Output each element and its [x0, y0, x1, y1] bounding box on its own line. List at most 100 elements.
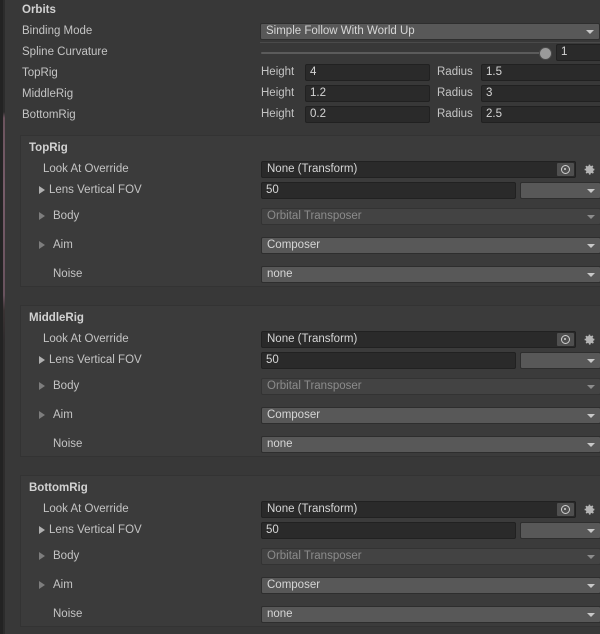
noise-dropdown[interactable]: none	[261, 266, 600, 283]
noise-value: none	[267, 268, 293, 280]
foldout-triangle-icon[interactable]	[39, 526, 45, 534]
noise-label: Noise	[53, 264, 82, 285]
aim-row: Aim Composer	[21, 405, 600, 426]
lens-vertical-fov-value: 50	[266, 524, 279, 536]
body-row: Body Orbital Transposer	[21, 546, 600, 567]
aim-value: Composer	[267, 409, 320, 421]
body-dropdown[interactable]: Orbital Transposer	[261, 208, 600, 225]
toprig-radius-value: 1.5	[486, 66, 502, 78]
noise-dropdown[interactable]: none	[261, 606, 600, 623]
orbits-title: Orbits	[22, 0, 56, 21]
target-select-icon[interactable]	[557, 333, 574, 346]
middlerig-height-input[interactable]: 1.2	[305, 85, 430, 102]
rig-group-bottomrig: BottomRig Look At Override None (Transform…	[20, 475, 600, 627]
look-at-override-value: None (Transform)	[267, 503, 357, 515]
look-at-override-row: Look At Override None (Transform)	[21, 499, 600, 520]
noise-label: Noise	[53, 434, 82, 455]
noise-row: Noise none	[21, 604, 600, 625]
middlerig-radius-value: 3	[486, 87, 492, 99]
lens-vertical-fov-label: Lens Vertical FOV	[49, 520, 142, 541]
look-at-override-label: Look At Override	[43, 499, 129, 520]
rig-group-toprig: TopRigLook At OverrideNone (Transform)Le…	[20, 135, 600, 287]
aim-dropdown[interactable]: Composer	[261, 577, 600, 594]
foldout-triangle-icon[interactable]	[39, 382, 45, 390]
orbit-bottomrig-label: BottomRig	[22, 105, 76, 126]
lens-vertical-fov-input[interactable]: 50	[261, 522, 516, 539]
toprig-radius-input[interactable]: 1.5	[481, 64, 600, 81]
middlerig-height-value: 1.2	[310, 87, 326, 99]
chevron-down-icon	[587, 215, 595, 219]
toprig-height-label: Height	[261, 64, 294, 81]
foldout-triangle-icon[interactable]	[39, 411, 45, 419]
noise-label: Noise	[53, 604, 82, 625]
chevron-down-icon	[586, 30, 594, 34]
target-select-icon[interactable]	[557, 503, 574, 516]
binding-mode-row: Binding Mode Simple Follow With World Up	[5, 21, 600, 42]
spline-curvature-row: Spline Curvature 1	[5, 42, 600, 63]
lens-vertical-fov-input[interactable]: 50	[261, 352, 516, 369]
foldout-triangle-icon[interactable]	[39, 212, 45, 220]
slider-thumb[interactable]	[540, 48, 551, 59]
binding-mode-dropdown[interactable]: Simple Follow With World Up	[260, 23, 600, 40]
noise-row: Noise none	[21, 264, 600, 285]
target-select-icon[interactable]	[557, 163, 574, 176]
look-at-override-field[interactable]: None (Transform)	[261, 331, 576, 348]
look-at-override-label: Look At Override	[43, 329, 129, 350]
body-dropdown[interactable]: Orbital Transposer	[261, 548, 600, 565]
orbit-toprig-label: TopRig	[22, 63, 58, 84]
rig-title: BottomRig	[29, 481, 88, 495]
look-at-override-field[interactable]: None (Transform)	[261, 501, 576, 518]
rig-title: TopRig	[29, 141, 68, 155]
orbits-title-row: Orbits	[5, 0, 600, 21]
orbits-section: Orbits Binding Mode Simple Follow With W…	[5, 0, 600, 128]
slider-track	[261, 52, 551, 54]
aim-dropdown[interactable]: Composer	[261, 407, 600, 424]
chevron-down-icon	[587, 385, 595, 389]
bottomrig-height-input[interactable]: 0.2	[305, 106, 430, 123]
body-row: Body Orbital Transposer	[21, 376, 600, 397]
toprig-height-input[interactable]: 4	[305, 64, 430, 81]
gear-icon[interactable]	[583, 333, 596, 346]
middlerig-radius-input[interactable]: 3	[481, 85, 600, 102]
binding-mode-label: Binding Mode	[22, 21, 92, 42]
chevron-down-icon	[587, 359, 595, 363]
body-value: Orbital Transposer	[267, 210, 362, 222]
look-at-override-row: Look At Override None (Transform)	[21, 329, 600, 350]
bottomrig-radius-label: Radius	[437, 106, 473, 123]
aim-label: Aim	[53, 405, 73, 426]
body-label: Body	[53, 546, 79, 567]
foldout-triangle-icon[interactable]	[39, 356, 45, 364]
lens-vertical-fov-input[interactable]: 50	[261, 182, 516, 199]
spline-curvature-input[interactable]: 1	[556, 44, 600, 61]
body-label: Body	[53, 376, 79, 397]
lens-vertical-fov-label: Lens Vertical FOV	[49, 180, 142, 201]
lens-preset-dropdown[interactable]	[520, 352, 600, 369]
lens-preset-dropdown[interactable]	[520, 182, 600, 199]
aim-label: Aim	[53, 575, 73, 596]
foldout-triangle-icon[interactable]	[39, 241, 45, 249]
noise-row: Noise none	[21, 434, 600, 455]
body-dropdown[interactable]: Orbital Transposer	[261, 378, 600, 395]
chevron-down-icon	[587, 414, 595, 418]
gear-icon[interactable]	[583, 163, 596, 176]
foldout-triangle-icon[interactable]	[39, 552, 45, 560]
body-value: Orbital Transposer	[267, 550, 362, 562]
orbit-middlerig-row: MiddleRig Height 1.2 Radius 3	[5, 84, 600, 105]
toprig-radius-label: Radius	[437, 64, 473, 81]
bottomrig-radius-input[interactable]: 2.5	[481, 106, 600, 123]
look-at-override-field[interactable]: None (Transform)	[261, 161, 576, 178]
lens-preset-dropdown[interactable]	[520, 522, 600, 539]
chevron-down-icon	[587, 244, 595, 248]
lens-vertical-fov-label: Lens Vertical FOV	[49, 350, 142, 371]
spline-curvature-value: 1	[561, 46, 567, 58]
gear-icon[interactable]	[583, 503, 596, 516]
noise-value: none	[267, 438, 293, 450]
foldout-triangle-icon[interactable]	[39, 581, 45, 589]
aim-row: AimComposer	[21, 235, 600, 256]
aim-dropdown[interactable]: Composer	[261, 237, 600, 254]
bottomrig-radius-value: 2.5	[486, 108, 502, 120]
orbit-middlerig-label: MiddleRig	[22, 84, 73, 105]
foldout-triangle-icon[interactable]	[39, 186, 45, 194]
spline-curvature-slider[interactable]	[261, 44, 551, 61]
noise-dropdown[interactable]: none	[261, 436, 600, 453]
